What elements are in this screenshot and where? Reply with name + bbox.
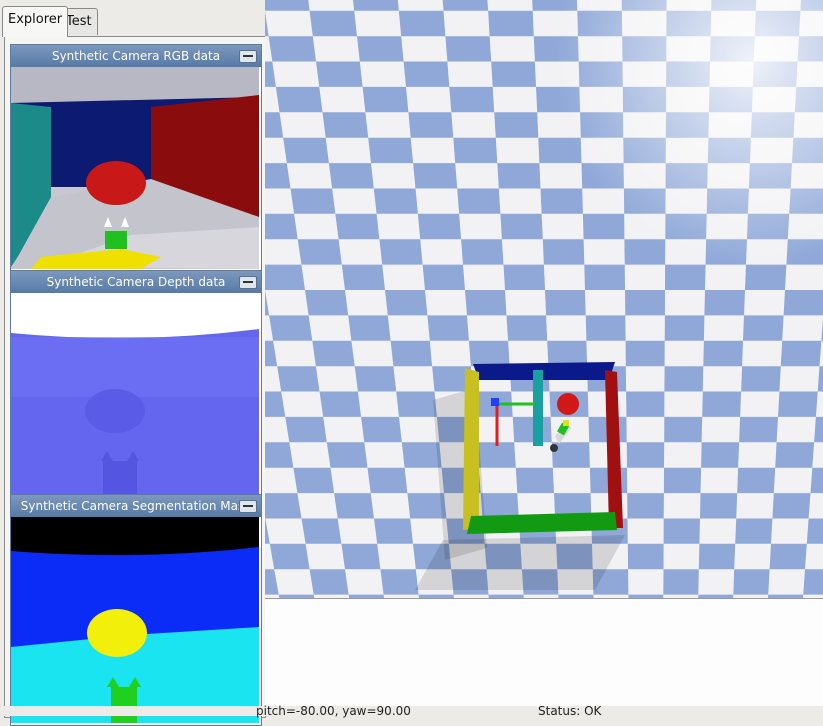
rgb-camera-panel[interactable]: Synthetic Camera RGB data [10,44,262,272]
tab-bar: Explorer Test [0,8,265,36]
output-panel [265,598,823,707]
segmentation-camera-panel[interactable]: Synthetic Camera Segmentation Mask [10,494,262,726]
depth-camera-panel[interactable]: Synthetic Camera Depth data [10,270,262,498]
3d-viewport[interactable] [265,0,823,598]
rgb-camera-image [11,67,259,269]
minimize-icon[interactable] [239,50,257,63]
red-ball [557,393,579,415]
segmentation-panel-titlebar[interactable]: Synthetic Camera Segmentation Mask [11,495,261,517]
depth-panel-titlebar[interactable]: Synthetic Camera Depth data [11,271,261,293]
status-bar: pitch=-80.00, yaw=90.00 Status: OK [0,706,823,716]
cyan-pillar [533,370,543,446]
minimize-icon[interactable] [239,276,257,289]
wall-yellow [463,368,479,530]
segmentation-panel-title: Synthetic Camera Segmentation Mask [21,499,251,513]
camera-readout: pitch=-80.00, yaw=90.00 [256,705,411,717]
scene-render [265,0,823,598]
minimize-icon[interactable] [239,500,257,513]
status-text: Status: OK [538,705,601,717]
depth-panel-title: Synthetic Camera Depth data [47,275,226,289]
tab-explorer[interactable]: Explorer [2,6,68,37]
wall-blue [473,362,615,380]
rgb-panel-titlebar[interactable]: Synthetic Camera RGB data [11,45,261,67]
depth-camera-image [11,293,259,495]
rgb-panel-title: Synthetic Camera RGB data [52,49,220,63]
segmentation-camera-image [11,517,259,723]
